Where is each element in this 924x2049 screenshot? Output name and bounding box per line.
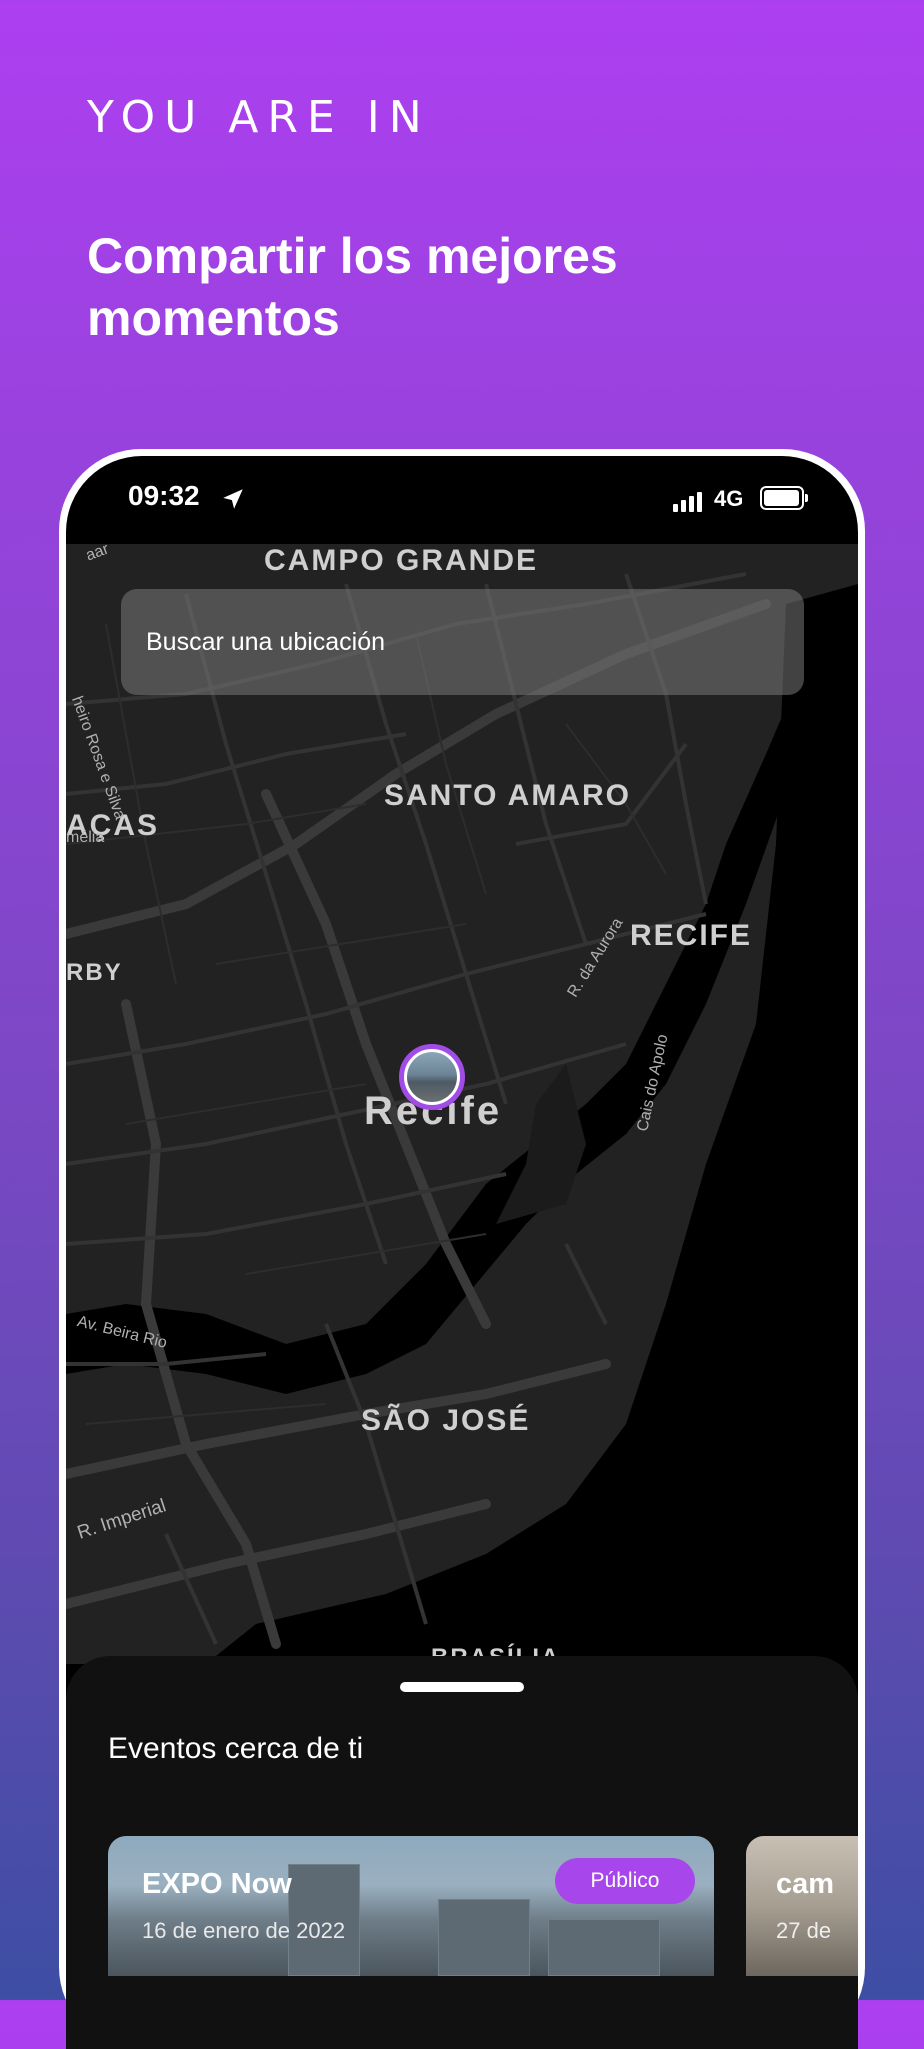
events-section-title: Eventos cerca de ti <box>108 1732 364 1765</box>
map-label-santo-amaro: SANTO AMARO <box>384 779 631 812</box>
headline: Compartir los mejores momentos <box>87 228 618 346</box>
event-card-date: 27 de <box>776 1918 832 1943</box>
status-bar: 09:32 4G <box>66 456 858 544</box>
phone-frame: 09:32 4G CAMPO GRANDE aar SANTO AMARO AÇ… <box>59 449 865 2049</box>
event-card[interactable]: EXPO Now 16 de enero de 2022 Público <box>108 1836 714 1976</box>
events-bottom-sheet[interactable]: Eventos cerca de ti EXPO Now 16 de enero… <box>66 1656 858 2049</box>
signal-icon <box>673 492 702 512</box>
pin-photo <box>407 1052 457 1102</box>
event-card[interactable]: cam 27 de <box>746 1836 858 1976</box>
map-label-campo-grande: CAMPO GRANDE <box>264 544 539 577</box>
building-shape <box>438 1899 530 1976</box>
map-label-recife-district: RECIFE <box>630 919 753 952</box>
sheet-grabber-handle[interactable] <box>400 1682 524 1692</box>
location-arrow-icon <box>223 489 243 509</box>
search-location-input[interactable]: Buscar una ubicación <box>121 589 804 695</box>
network-type: 4G <box>714 486 744 511</box>
map-label-amelia: mélia <box>66 829 105 846</box>
phone-screen: 09:32 4G CAMPO GRANDE aar SANTO AMARO AÇ… <box>66 456 858 2049</box>
building-shape <box>548 1919 660 1976</box>
map-label-sao-jose: SÃO JOSÉ <box>361 1404 531 1437</box>
status-time: 09:32 <box>128 480 200 511</box>
battery-icon <box>760 486 808 510</box>
public-badge: Público <box>555 1858 695 1904</box>
map-view[interactable]: CAMPO GRANDE aar SANTO AMARO AÇAS RECIFE… <box>66 544 858 1664</box>
location-pin-marker[interactable] <box>399 1044 465 1110</box>
event-card-title: cam <box>776 1868 835 1900</box>
event-card-title: EXPO Now <box>142 1868 292 1900</box>
eyebrow-text: YOU ARE IN <box>87 92 431 143</box>
event-card-date: 16 de enero de 2022 <box>142 1918 346 1943</box>
map-label-derby: RBY <box>66 959 123 986</box>
